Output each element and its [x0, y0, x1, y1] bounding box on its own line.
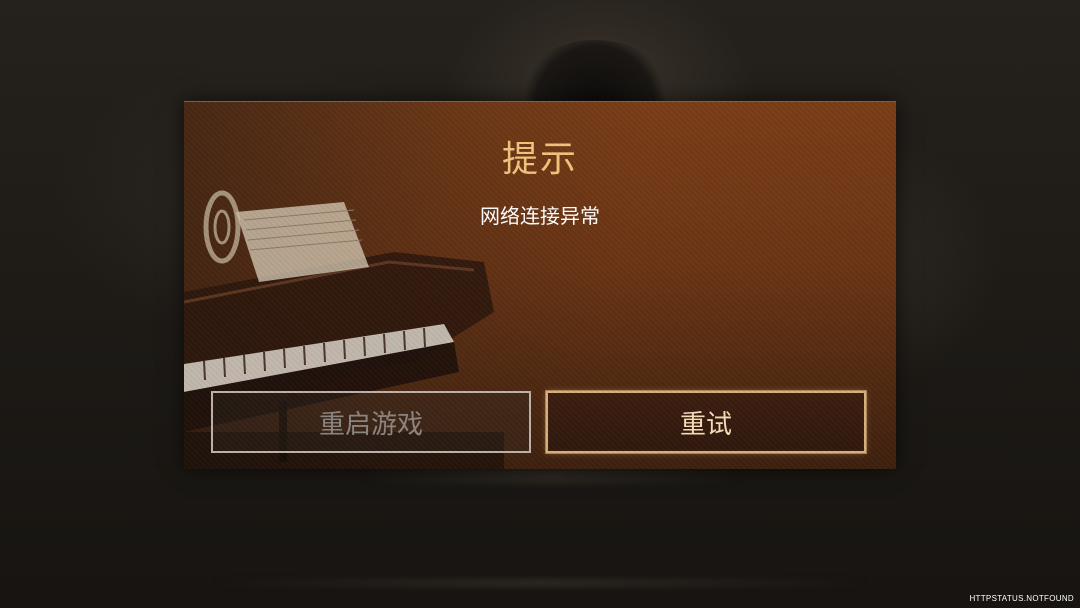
background-blurred-text	[360, 468, 740, 484]
retry-button[interactable]: 重试	[545, 390, 867, 454]
background-copyright-line	[210, 578, 870, 588]
watermark-text: HTTPSTATUS.NOTFOUND	[969, 594, 1074, 603]
retry-button-label: 重试	[679, 409, 732, 440]
restart-game-button[interactable]: 重启游戏	[211, 391, 531, 453]
dialog-title: 提示	[501, 139, 578, 180]
dialog-message: 网络连接异常	[480, 204, 600, 228]
restart-game-button-label: 重启游戏	[318, 409, 423, 440]
network-error-dialog: 提示 网络连接异常 重启游戏 重试	[184, 101, 896, 469]
